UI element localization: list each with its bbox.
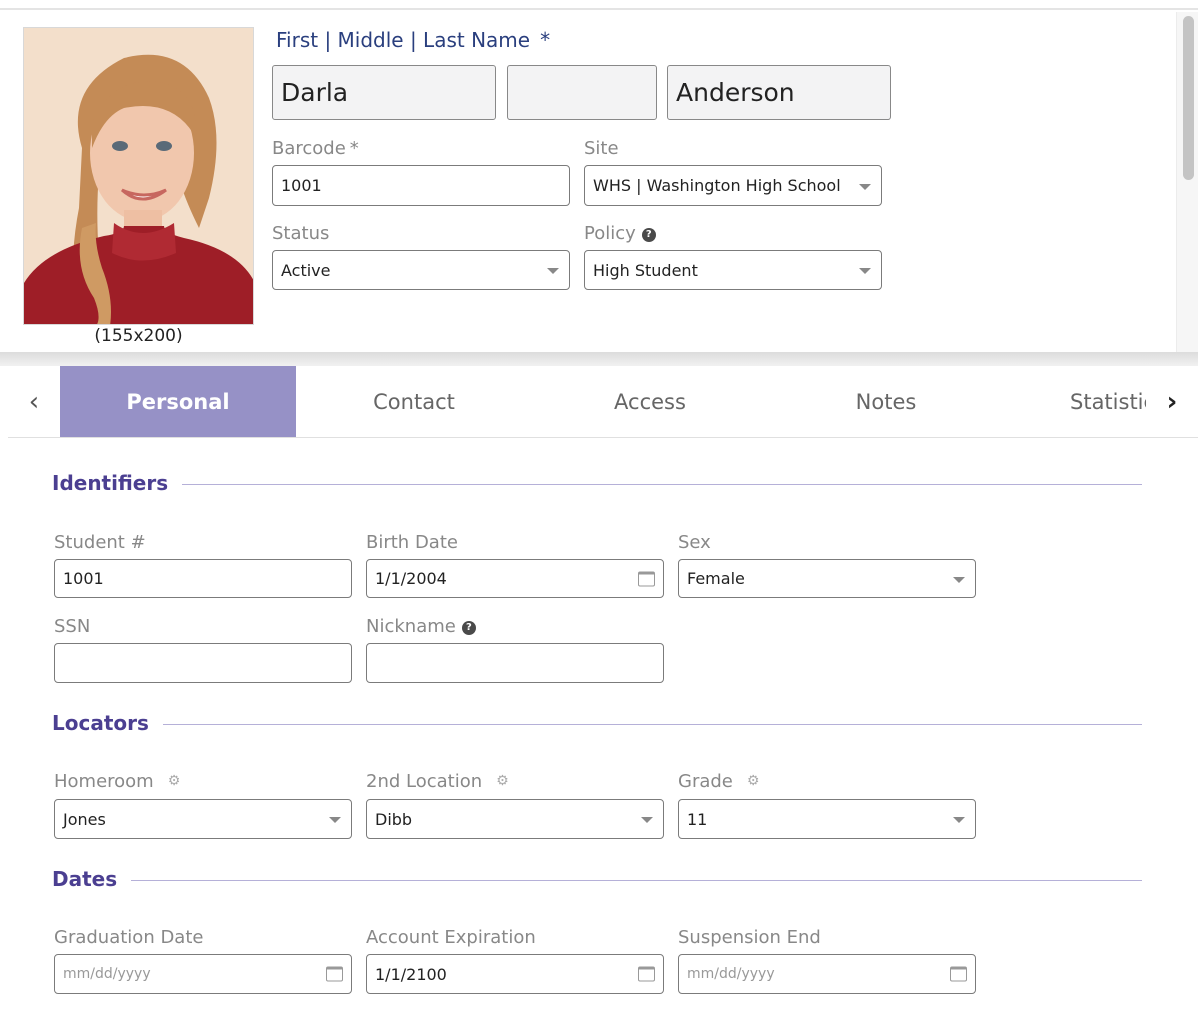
suspension-end-label: Suspension End xyxy=(678,927,821,948)
barcode-input[interactable]: 1001 xyxy=(272,165,570,206)
middle-name-input[interactable] xyxy=(507,65,657,120)
account-expiration-input[interactable]: 1/1/2100 xyxy=(366,954,664,994)
dates-section-title: Dates xyxy=(52,867,132,891)
second-location-select[interactable]: Dibb xyxy=(366,799,664,839)
birth-date-label: Birth Date xyxy=(366,532,458,553)
suspension-end-input[interactable]: mm/dd/yyyy xyxy=(678,954,976,994)
status-select[interactable]: Active xyxy=(272,250,570,290)
locators-section-title: Locators xyxy=(52,711,163,735)
graduation-date-input[interactable]: mm/dd/yyyy xyxy=(54,954,352,994)
last-name-input[interactable]: Anderson xyxy=(667,65,891,120)
help-icon[interactable]: ? xyxy=(641,227,656,242)
caret-down-icon xyxy=(547,268,559,274)
student-number-label: Student # xyxy=(54,532,146,553)
homeroom-select[interactable]: Jones xyxy=(54,799,352,839)
policy-select-value: High Student xyxy=(593,260,698,280)
second-location-select-value: Dibb xyxy=(375,809,413,829)
ssn-input[interactable] xyxy=(54,643,352,683)
identifiers-section-title: Identifiers xyxy=(52,471,183,495)
homeroom-label: Homeroom ⚙ xyxy=(54,771,180,792)
student-number-input[interactable]: 1001 xyxy=(54,559,352,598)
caret-down-icon xyxy=(953,576,965,583)
caret-down-icon xyxy=(859,268,871,274)
calendar-icon[interactable] xyxy=(326,966,343,982)
name-label-text: First | Middle | Last Name xyxy=(276,28,531,52)
first-name-input[interactable]: Darla xyxy=(272,65,496,120)
chevron-right-icon[interactable]: › xyxy=(1146,366,1198,437)
site-label: Site xyxy=(584,138,619,159)
site-select[interactable]: WHS | Washington High School xyxy=(584,165,882,206)
calendar-icon[interactable] xyxy=(638,966,655,982)
graduation-date-placeholder: mm/dd/yyyy xyxy=(63,966,151,982)
scrollbar-thumb[interactable] xyxy=(1183,16,1194,180)
status-select-value: Active xyxy=(281,260,331,280)
caret-down-icon xyxy=(953,817,965,823)
gear-icon[interactable]: ⚙ xyxy=(496,773,509,789)
policy-label-text: Policy xyxy=(584,223,636,244)
student-photo[interactable] xyxy=(23,27,254,325)
tab-access[interactable]: Access xyxy=(532,366,768,437)
tab-contact[interactable]: Contact xyxy=(296,366,532,437)
dates-divider xyxy=(52,880,1142,881)
identifiers-divider xyxy=(52,484,1142,485)
account-expiration-value: 1/1/2100 xyxy=(375,964,447,984)
calendar-icon[interactable] xyxy=(950,966,967,982)
required-marker: * xyxy=(540,28,551,52)
barcode-label-text: Barcode xyxy=(272,138,346,159)
birth-date-input[interactable]: 1/1/2004 xyxy=(366,559,664,598)
top-border xyxy=(0,8,1198,10)
sex-select-value: Female xyxy=(687,569,745,588)
barcode-label: Barcode * xyxy=(272,138,359,159)
homeroom-label-text: Homeroom xyxy=(54,771,154,792)
site-select-value: WHS | Washington High School xyxy=(593,176,841,195)
grade-select[interactable]: 11 xyxy=(678,799,976,839)
nickname-label: Nickname? xyxy=(366,616,476,637)
caret-down-icon xyxy=(859,183,871,190)
policy-label: Policy? xyxy=(584,223,656,244)
nickname-label-text: Nickname xyxy=(366,616,456,637)
status-label: Status xyxy=(272,223,330,244)
chevron-left-icon[interactable]: ‹ xyxy=(8,366,60,437)
second-location-label: 2nd Location ⚙ xyxy=(366,771,509,792)
calendar-icon[interactable] xyxy=(638,571,655,586)
grade-label-text: Grade xyxy=(678,771,733,792)
homeroom-select-value: Jones xyxy=(63,809,106,829)
account-expiration-label: Account Expiration xyxy=(366,927,536,948)
grade-label: Grade ⚙ xyxy=(678,771,759,792)
birth-date-value: 1/1/2004 xyxy=(375,569,447,588)
help-icon[interactable]: ? xyxy=(461,620,476,635)
barcode-required-marker: * xyxy=(349,138,359,159)
sex-label: Sex xyxy=(678,532,711,553)
portrait-image xyxy=(24,28,253,324)
caret-down-icon xyxy=(329,817,341,823)
second-location-label-text: 2nd Location xyxy=(366,771,483,792)
policy-select[interactable]: High Student xyxy=(584,250,882,290)
sex-select[interactable]: Female xyxy=(678,559,976,598)
tab-bar: ‹ Personal Contact Access Notes Statisti… xyxy=(8,366,1198,438)
gear-icon[interactable]: ⚙ xyxy=(168,773,181,789)
locators-divider xyxy=(52,724,1142,725)
tab-statistics[interactable]: Statistics xyxy=(1070,366,1146,437)
tab-notes[interactable]: Notes xyxy=(768,366,1004,437)
graduation-date-label: Graduation Date xyxy=(54,927,204,948)
gear-icon[interactable]: ⚙ xyxy=(747,773,760,789)
caret-down-icon xyxy=(641,817,653,823)
grade-select-value: 11 xyxy=(687,809,708,829)
ssn-label: SSN xyxy=(54,616,91,637)
nickname-input[interactable] xyxy=(366,643,664,683)
header-divider xyxy=(0,352,1198,366)
photo-size-caption: (155x200) xyxy=(94,326,183,346)
name-field-label: First | Middle | Last Name * xyxy=(276,28,550,52)
suspension-end-placeholder: mm/dd/yyyy xyxy=(687,966,775,982)
tab-personal[interactable]: Personal xyxy=(60,366,296,437)
